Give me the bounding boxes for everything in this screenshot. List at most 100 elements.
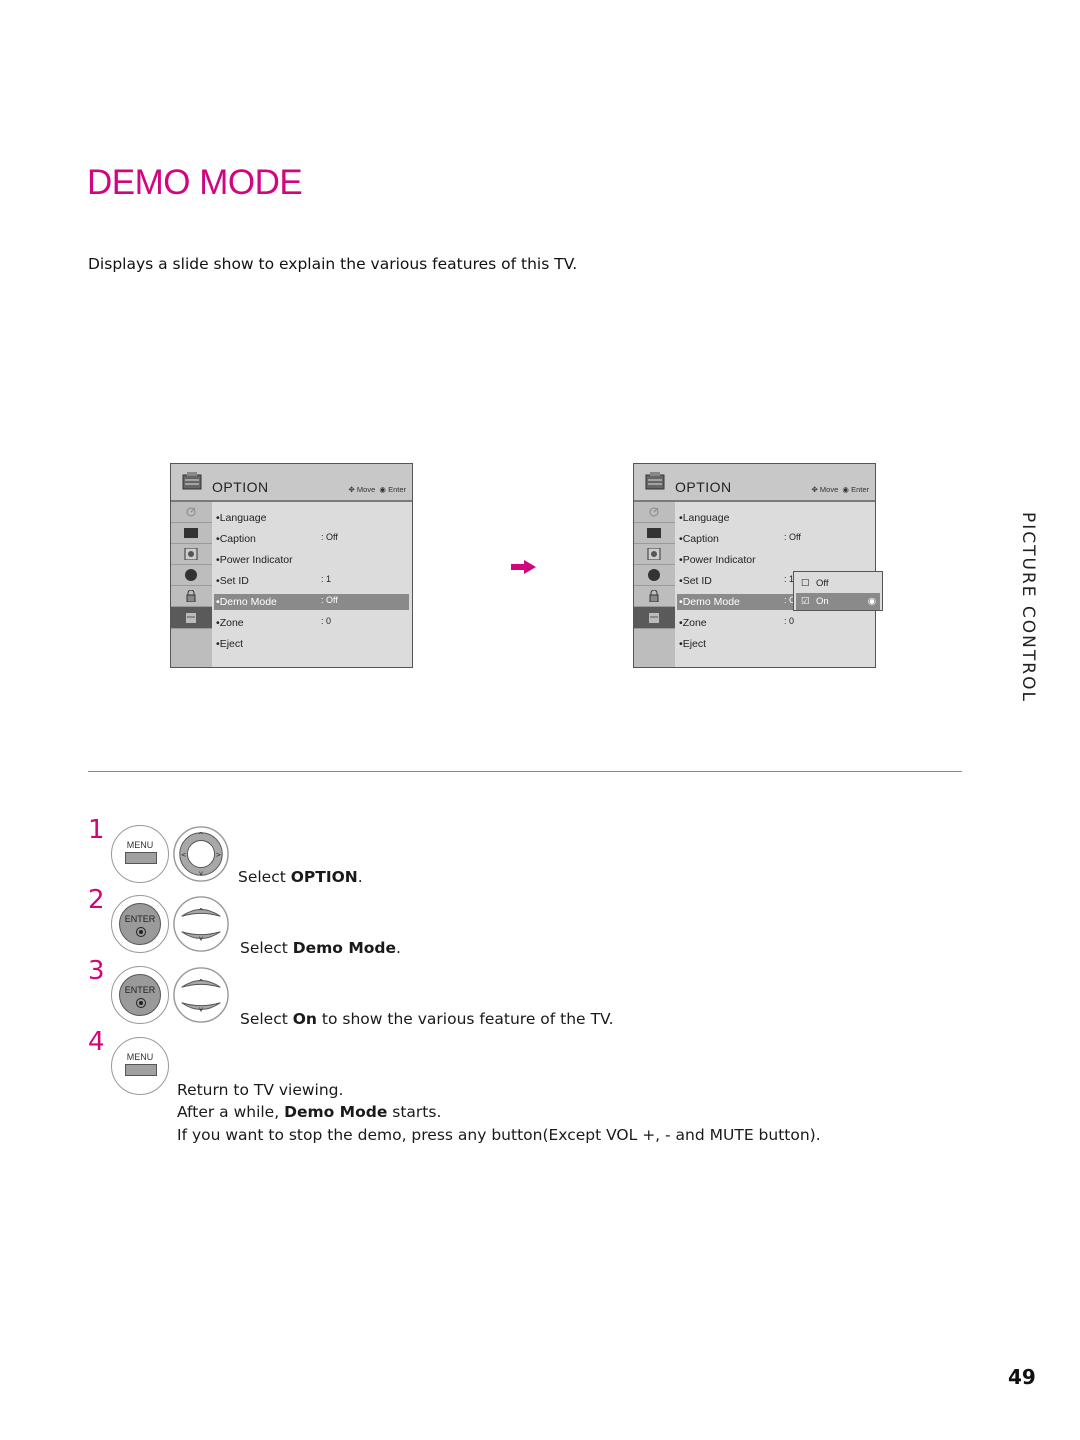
section-divider: [88, 771, 962, 772]
osd-tab-lock[interactable]: [171, 586, 212, 607]
osd-item-label-wrap: •Zone: [216, 617, 244, 629]
svg-text:^: ^: [198, 907, 204, 915]
svg-text:^: ^: [198, 978, 204, 986]
svg-text:<: <: [181, 851, 187, 859]
svg-text:v: v: [199, 934, 203, 942]
osd-menu-item[interactable]: •Set ID: 1: [214, 573, 409, 589]
osd-menu-item[interactable]: •Zone : 0: [677, 615, 872, 631]
time-clock-icon: [185, 569, 197, 581]
osd-item-value: : 0: [784, 616, 795, 626]
menu-label: MENU: [126, 1052, 154, 1062]
option-icon: [649, 613, 659, 623]
osd-item-label: Power Indicator: [219, 554, 293, 566]
osd-tab-lock[interactable]: [634, 586, 675, 607]
satellite-dish-icon: [649, 507, 659, 517]
menu-button: MENU: [111, 825, 169, 883]
enter-dot-icon: [136, 998, 146, 1008]
nav-4way-button-icon: ^ v < >: [172, 825, 230, 883]
osd-item-label-wrap: •Language: [679, 512, 729, 524]
osd-menu-item[interactable]: •Power Indicator: [677, 552, 872, 568]
osd-tab-tv-screen[interactable]: [171, 523, 212, 544]
osd-title: OPTION: [212, 479, 269, 495]
checkbox-unchecked-icon: ☐: [801, 578, 810, 589]
osd-option-menu-before: OPTION ✥ Move ◉ Enter •Language •Caption:…: [170, 463, 413, 668]
osd-item-label-wrap: •Power Indicator: [216, 554, 293, 566]
selected-radio-icon: ◉: [867, 596, 876, 607]
time-clock-icon: [648, 569, 660, 581]
osd-menu-item[interactable]: •Power Indicator: [214, 552, 409, 568]
tv-screen-icon: [647, 528, 661, 538]
osd-item-label-wrap: •Caption: [679, 533, 719, 545]
osd-item-label: Language: [219, 512, 267, 524]
osd-item-label: Zone: [219, 617, 244, 629]
step-number-2: 2: [88, 885, 105, 915]
osd-item-value: : 1: [321, 574, 332, 584]
enter-icon: ◉: [379, 485, 386, 494]
popup-option-on[interactable]: ☑ On ◉: [796, 593, 880, 610]
step-4-line-3: If you want to stop the demo, press any …: [177, 1126, 821, 1144]
menu-key-icon: [125, 852, 157, 864]
osd-menu-item[interactable]: •Language: [677, 510, 872, 526]
audio-icon: [647, 548, 661, 560]
osd-menu-item[interactable]: •Zone : 0: [214, 615, 409, 631]
tv-screen-icon: [184, 528, 198, 538]
osd-item-label-wrap: •Eject: [216, 638, 243, 650]
osd-title: OPTION: [675, 479, 732, 495]
step-1-text: Select OPTION.: [238, 868, 363, 886]
step-number-1: 1: [88, 815, 105, 845]
osd-tab-audio[interactable]: [171, 544, 212, 565]
osd-item-label-wrap: •Demo Mode: [216, 596, 277, 608]
osd-item-list: •Language •Caption : Off •Power Indicator •S…: [212, 502, 412, 667]
osd-menu-item[interactable]: •Demo Mode : Off: [214, 594, 409, 610]
svg-text:>: >: [216, 851, 222, 859]
demo-mode-popup: ☐ Off ☑ On ◉: [793, 571, 883, 611]
step-3-text: Select On to show the various feature of…: [240, 1010, 614, 1028]
osd-menu-item[interactable]: •Eject: [677, 636, 872, 652]
hint-enter: Enter: [851, 485, 869, 494]
svg-text:v: v: [199, 1005, 203, 1013]
osd-item-label-wrap: •Power Indicator: [679, 554, 756, 566]
intro-text: Displays a slide show to explain the var…: [88, 255, 578, 273]
osd-item-label-wrap: •Caption: [216, 533, 256, 545]
osd-tab-option[interactable]: [171, 607, 212, 629]
popup-option-off[interactable]: ☐ Off: [796, 575, 880, 592]
page-title: DEMO MODE: [87, 163, 303, 202]
osd-tab-satellite-dish[interactable]: [171, 502, 212, 523]
osd-item-label: Caption: [682, 533, 719, 545]
osd-tab-time-clock[interactable]: [634, 565, 675, 586]
osd-item-label: Set ID: [682, 575, 712, 587]
osd-hints: ✥ Move ◉ Enter: [349, 485, 406, 494]
osd-item-label: Power Indicator: [682, 554, 756, 566]
enter-button: ENTER: [111, 966, 169, 1024]
osd-item-label-wrap: •Language: [216, 512, 266, 524]
osd-item-label-wrap: •Zone: [679, 617, 707, 629]
osd-menu-item[interactable]: •Caption : Off: [214, 531, 409, 547]
enter-icon: ◉: [842, 485, 849, 494]
osd-item-label: Language: [682, 512, 730, 524]
osd-tab-tv-screen[interactable]: [634, 523, 675, 544]
osd-menu-item[interactable]: •Language: [214, 510, 409, 526]
nav-updown-button-icon: ^ v: [172, 895, 230, 953]
audio-icon: [184, 548, 198, 560]
hint-move: Move: [356, 485, 376, 494]
nav-updown-button-icon: ^ v: [172, 966, 230, 1024]
step-2-text: Select Demo Mode.: [240, 939, 401, 957]
osd-tab-audio[interactable]: [634, 544, 675, 565]
option-label: Off: [816, 578, 829, 589]
osd-tab-option[interactable]: [634, 607, 675, 629]
osd-item-value: : Off: [321, 595, 338, 605]
option-icon: [182, 472, 202, 490]
osd-item-label: Caption: [219, 533, 256, 545]
osd-item-value: : Off: [321, 532, 338, 542]
menu-button: MENU: [111, 1037, 169, 1095]
enter-dot-icon: [136, 927, 146, 937]
osd-item-value: : 0: [321, 616, 332, 626]
lock-icon: [649, 590, 659, 602]
checkbox-checked-icon: ☑: [801, 596, 810, 607]
osd-menu-item[interactable]: •Caption: Off: [677, 531, 872, 547]
osd-header: OPTION ✥ Move ◉ Enter: [171, 464, 412, 502]
enter-button: ENTER: [111, 895, 169, 953]
osd-tab-time-clock[interactable]: [171, 565, 212, 586]
osd-menu-item[interactable]: •Eject: [214, 636, 409, 652]
osd-tab-satellite-dish[interactable]: [634, 502, 675, 523]
